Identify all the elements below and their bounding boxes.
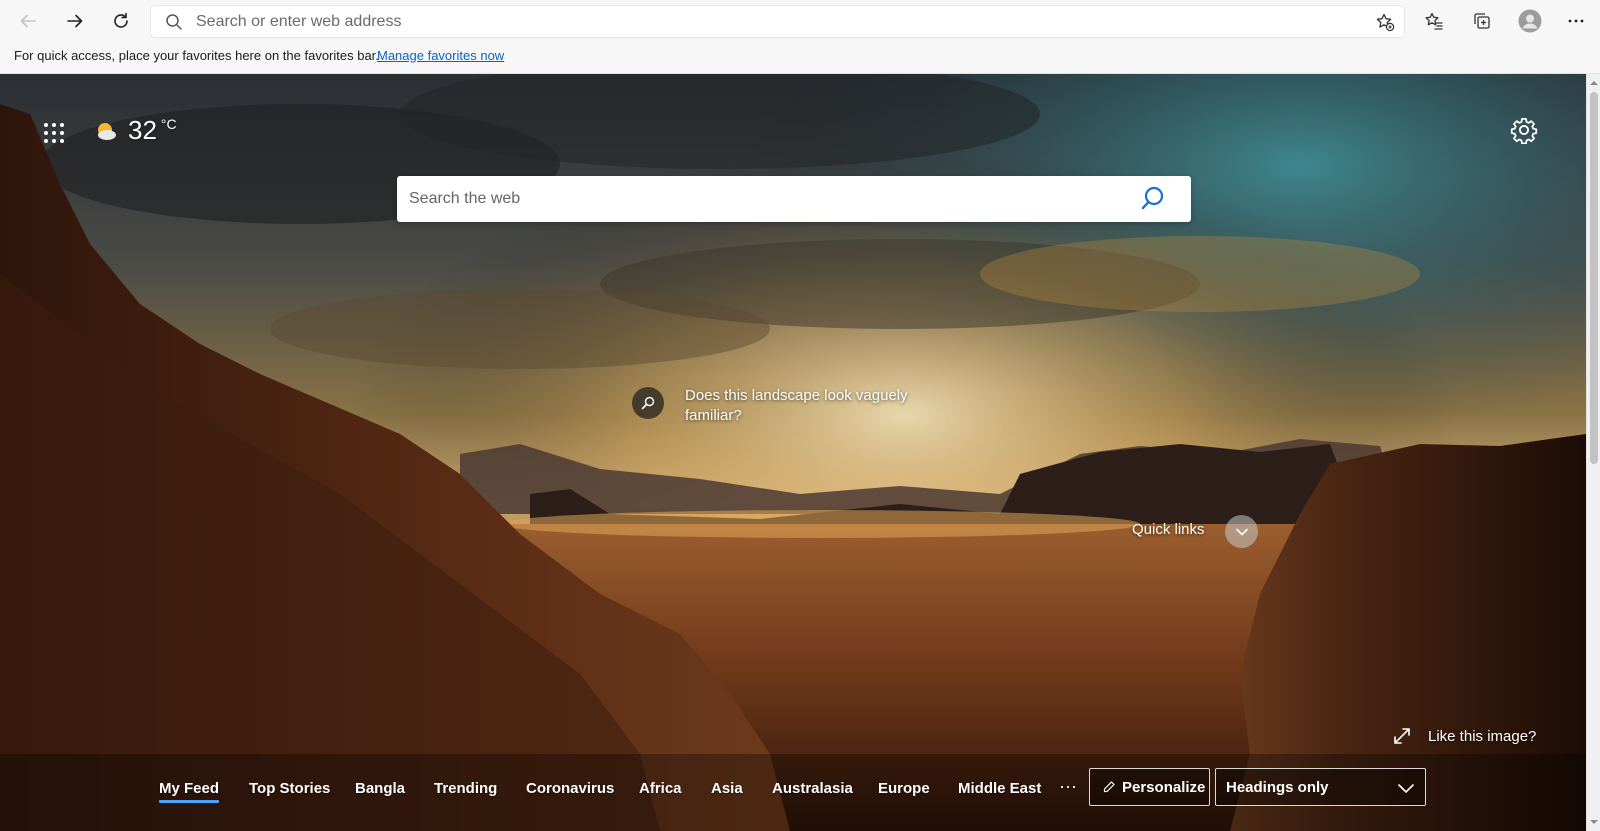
tab-middle-east[interactable]: Middle East — [958, 780, 1041, 797]
like-image-link[interactable]: Like this image? — [1428, 728, 1536, 745]
more-options-icon — [1568, 19, 1584, 23]
tab-asia[interactable]: Asia — [711, 780, 743, 797]
browser-toolbar — [0, 0, 1600, 42]
favorites-icon — [1425, 12, 1443, 30]
more-tabs-button[interactable]: ··· — [1059, 776, 1077, 797]
magnifier-icon — [641, 396, 655, 410]
quick-links-label[interactable]: Quick links — [1132, 521, 1205, 538]
personalize-button[interactable]: Personalize — [1089, 768, 1210, 806]
tab-europe[interactable]: Europe — [878, 780, 930, 797]
refresh-icon — [114, 12, 128, 28]
image-info-button[interactable] — [632, 387, 664, 419]
add-favorite-icon[interactable] — [1375, 12, 1395, 32]
tab-bangla[interactable]: Bangla — [355, 780, 405, 797]
chevron-down-icon — [1398, 784, 1414, 793]
gear-icon[interactable] — [1510, 116, 1538, 144]
favorites-button[interactable] — [1418, 5, 1450, 37]
pencil-icon — [1103, 781, 1115, 793]
tab-africa[interactable]: Africa — [639, 780, 682, 797]
news-feed-tabs: My Feed Top Stories Bangla Trending Coro… — [0, 760, 1586, 810]
profile-button[interactable] — [1514, 5, 1546, 37]
page-scrollbar[interactable] — [1586, 74, 1600, 831]
weather-widget[interactable]: 32 °C — [94, 114, 177, 146]
back-arrow-icon — [20, 14, 36, 28]
tab-coronavirus[interactable]: Coronavirus — [526, 780, 614, 797]
partly-sunny-icon — [98, 123, 116, 140]
address-input[interactable] — [196, 6, 1346, 37]
more-options-button[interactable] — [1560, 5, 1592, 37]
quick-links-toggle[interactable] — [1225, 515, 1258, 548]
collections-button[interactable] — [1466, 5, 1498, 37]
apps-launcher-icon[interactable] — [40, 119, 68, 147]
chevron-down-icon — [1235, 528, 1248, 535]
new-tab-page: 32 °C Does this landscape look vaguely f… — [0, 74, 1586, 831]
refresh-button[interactable] — [105, 5, 137, 37]
tab-trending[interactable]: Trending — [434, 780, 497, 797]
scrollbar-thumb[interactable] — [1590, 92, 1598, 464]
temperature-value: 32 — [128, 115, 157, 145]
back-button[interactable] — [12, 5, 44, 37]
expand-icon[interactable] — [1393, 727, 1411, 745]
tab-australasia[interactable]: Australasia — [772, 780, 853, 797]
web-search-input[interactable] — [409, 176, 1109, 222]
layout-dropdown[interactable]: Headings only — [1215, 768, 1426, 806]
layout-selected-value: Headings only — [1226, 778, 1329, 796]
personalize-label: Personalize — [1122, 778, 1206, 796]
scroll-up-icon[interactable] — [1589, 78, 1599, 88]
tab-top-stories[interactable]: Top Stories — [249, 780, 330, 797]
temperature-unit: °C — [160, 116, 177, 132]
forward-arrow-icon — [67, 14, 83, 28]
tab-my-feed[interactable]: My Feed — [159, 780, 220, 803]
address-bar[interactable] — [150, 5, 1405, 38]
collections-icon — [1474, 13, 1490, 29]
web-search-box[interactable] — [397, 176, 1191, 222]
forward-button[interactable] — [59, 5, 91, 37]
favorites-bar-message: For quick access, place your favorites h… — [14, 48, 379, 63]
image-caption[interactable]: Does this landscape look vaguely familia… — [685, 386, 925, 426]
search-icon — [166, 14, 182, 30]
manage-favorites-link[interactable]: Manage favorites now — [377, 48, 504, 63]
search-icon[interactable] — [1141, 184, 1171, 214]
scroll-down-icon[interactable] — [1589, 817, 1599, 827]
profile-avatar-icon — [1518, 9, 1542, 33]
favorites-bar: For quick access, place your favorites h… — [0, 42, 1600, 74]
